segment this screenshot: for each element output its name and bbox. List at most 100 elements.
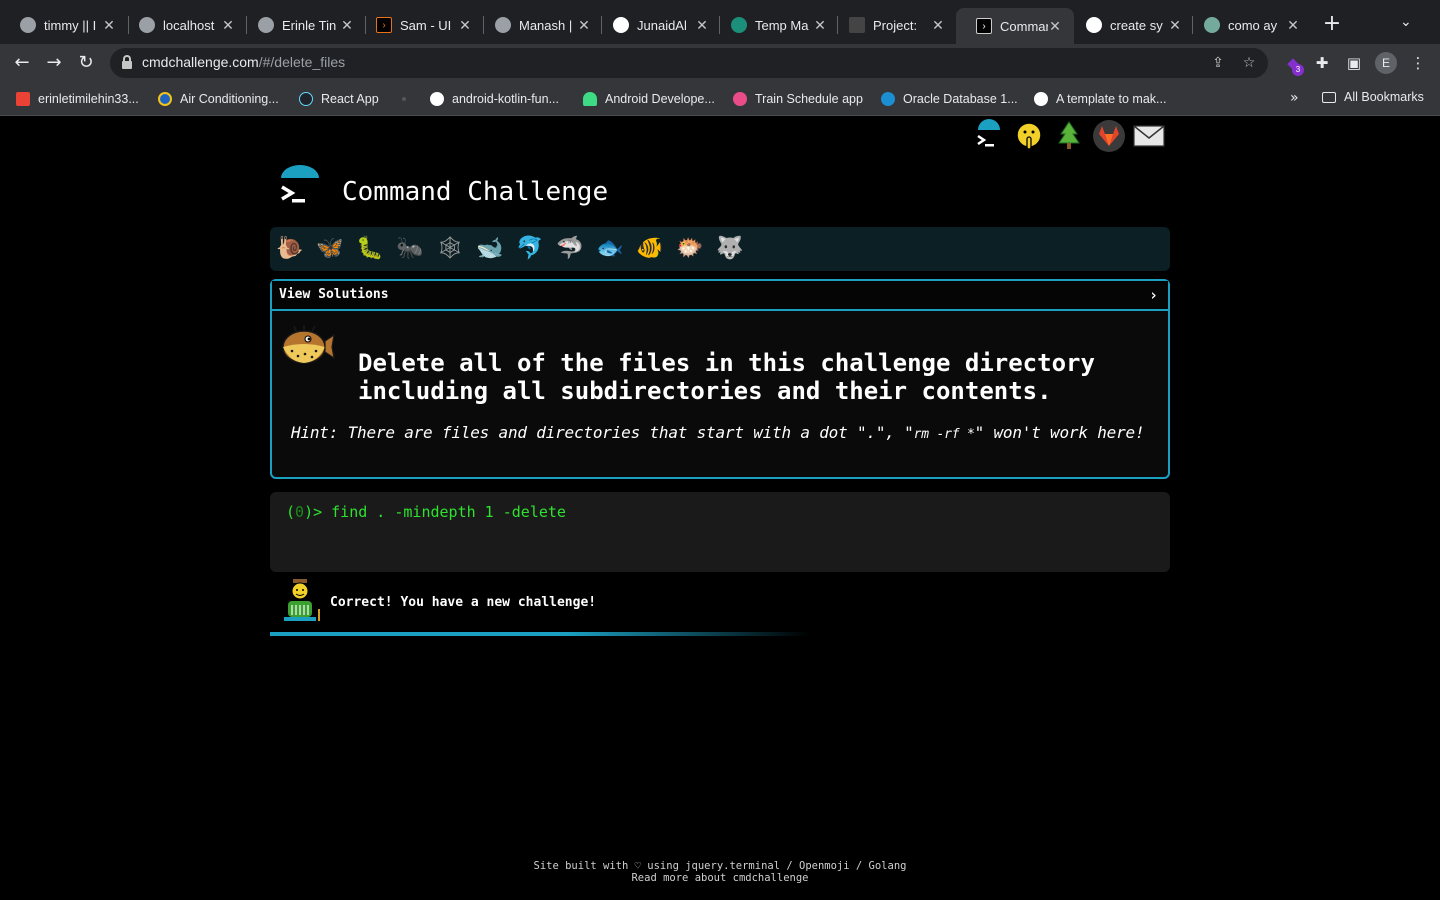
bookmark-item[interactable]: erinletimilehin33...: [16, 90, 139, 108]
bookmark-star-icon[interactable]: ☆: [1239, 53, 1259, 73]
lock-icon[interactable]: [122, 55, 132, 69]
close-icon[interactable]: ✕: [102, 17, 116, 34]
gmail-icon: [16, 92, 30, 106]
bookmark-label: Oracle Database 1...: [903, 92, 1018, 106]
result-message: Correct! You have a new challenge!: [282, 579, 982, 625]
close-icon[interactable]: ✕: [458, 17, 472, 34]
browser-tab-active[interactable]: › Comman ✕: [956, 8, 1074, 44]
browser-tab[interactable]: create sy ✕: [1066, 8, 1194, 42]
terminal-input[interactable]: (0)> find . -mindepth 1 -delete: [270, 492, 1170, 572]
bookmark-label: android-kotlin-fun...: [452, 92, 560, 106]
snail-icon[interactable]: 🐌: [275, 234, 305, 264]
bookmark-label: Android Develope...: [605, 92, 715, 106]
side-panel-icon[interactable]: ▣: [1343, 52, 1365, 74]
bookmark-item[interactable]: A template to mak...: [1034, 90, 1166, 108]
view-solutions-toggle[interactable]: View Solutions ›: [272, 281, 1168, 311]
close-icon[interactable]: ✕: [1048, 18, 1062, 35]
challenge-panel: View Solutions › Delete all of the files…: [270, 279, 1170, 479]
close-icon[interactable]: ✕: [1286, 17, 1300, 34]
kebab-menu-icon[interactable]: ⋮: [1407, 52, 1429, 74]
level-selector: 🐌 🦋 🐛 🐜 🕸 🐋 🐬 🦈 🐟 🐠 🐡 🐺: [270, 227, 1170, 271]
puzzle-extensions-icon[interactable]: ✚: [1311, 52, 1333, 74]
browser-tab[interactable]: timmy || I ✕: [0, 8, 128, 42]
browser-tab[interactable]: › Sam - UI ✕: [356, 8, 484, 42]
project-icon: [849, 17, 865, 33]
bookmark-item[interactable]: Train Schedule app: [733, 90, 863, 108]
bookmark-item[interactable]: React App: [299, 90, 379, 108]
browser-toolbar: ← → ↻ cmdchallenge.com/#/delete_files ⇪ …: [0, 44, 1440, 82]
address-bar[interactable]: cmdchallenge.com/#/delete_files ⇪ ☆: [110, 48, 1268, 78]
github-icon: [430, 92, 444, 106]
page-content: Command Challenge 🐌 🦋 🐛 🐜 🕸 🐋 🐬 🦈 🐟 🐠 🐡 …: [0, 117, 1440, 900]
close-icon[interactable]: ✕: [695, 17, 709, 34]
tab-title: localhost: [163, 17, 215, 33]
bookmark-item[interactable]: Air Conditioning...: [158, 90, 279, 108]
tempmail-icon: [731, 17, 747, 33]
spider-web-icon[interactable]: 🕸: [435, 234, 465, 264]
share-icon[interactable]: ⇪: [1208, 53, 1228, 73]
gitlab-icon[interactable]: [1092, 119, 1126, 153]
close-icon[interactable]: ✕: [1168, 17, 1182, 34]
close-icon[interactable]: ✕: [577, 17, 591, 34]
browser-tab[interactable]: JunaidAl ✕: [593, 8, 721, 42]
profile-avatar[interactable]: E: [1375, 52, 1397, 74]
whale-icon[interactable]: 🐋: [475, 234, 505, 264]
bookmark-item[interactable]: Android Develope...: [583, 90, 715, 108]
browser-tab[interactable]: como ay ✕: [1184, 8, 1312, 42]
browser-tab[interactable]: Erinle Tin ✕: [238, 8, 366, 42]
browser-tab[interactable]: Manash | ✕: [475, 8, 603, 42]
tab-title: Project:: [873, 17, 918, 33]
new-tab-button[interactable]: +: [1320, 12, 1344, 36]
ant-icon[interactable]: 🐜: [395, 234, 425, 264]
globe-icon: [258, 17, 274, 33]
bookmark-item[interactable]: android-kotlin-fun...: [430, 90, 559, 108]
url-text[interactable]: cmdchallenge.com/#/delete_files: [142, 54, 345, 70]
hint-suffix: " won't work here!: [974, 423, 1145, 442]
globe-icon: [495, 17, 511, 33]
tropical-fish-icon[interactable]: 🐠: [635, 234, 665, 264]
blowfish-icon[interactable]: 🐡: [675, 234, 705, 264]
tab-title: como ay: [1228, 17, 1278, 33]
view-solutions-label: View Solutions: [279, 287, 389, 302]
globe-icon: [20, 17, 36, 33]
github-icon: [613, 17, 629, 33]
fish-icon[interactable]: 🐟: [595, 234, 625, 264]
tab-title: JunaidAl: [637, 17, 687, 33]
shushing-face-icon[interactable]: [1012, 119, 1046, 153]
browser-tab[interactable]: localhost ✕: [119, 8, 247, 42]
close-icon[interactable]: ✕: [340, 17, 354, 34]
all-bookmarks-button[interactable]: All Bookmarks: [1322, 90, 1424, 104]
envelope-icon[interactable]: [1132, 119, 1166, 153]
tree-icon[interactable]: [1052, 119, 1086, 153]
bookmark-item[interactable]: Oracle Database 1...: [881, 90, 1018, 108]
browser-tab[interactable]: Temp Ma ✕: [711, 8, 839, 42]
tab-title: Temp Ma: [755, 17, 809, 33]
shark-icon[interactable]: 🦈: [555, 234, 585, 264]
celebrating-person-icon: [284, 579, 320, 621]
url-path: /#/delete_files: [258, 54, 346, 70]
back-arrow-icon[interactable]: ←: [10, 51, 34, 75]
bookmark-item[interactable]: [402, 90, 406, 108]
android-icon: [583, 92, 597, 106]
site-logo-icon[interactable]: [278, 165, 322, 211]
caterpillar-icon[interactable]: 🐛: [355, 234, 385, 264]
bookmark-label: React App: [321, 92, 379, 106]
prompt-close: )>: [304, 503, 332, 521]
bookmarks-overflow-button[interactable]: »: [1290, 90, 1299, 106]
google-icon: [1086, 17, 1102, 33]
bookmark-label: erinletimilehin33...: [38, 92, 139, 106]
reload-icon[interactable]: ↻: [74, 51, 98, 75]
wolf-icon[interactable]: 🐺: [715, 234, 745, 264]
terminal-command[interactable]: find . -mindepth 1 -delete: [331, 503, 566, 521]
close-icon[interactable]: ✕: [221, 17, 235, 34]
butterfly-icon[interactable]: 🦋: [315, 234, 345, 264]
close-icon[interactable]: ✕: [931, 17, 945, 34]
forward-arrow-icon[interactable]: →: [42, 51, 66, 75]
terminal-logo-icon[interactable]: [972, 119, 1006, 153]
tab-search-chevron-icon[interactable]: ⌄: [1400, 14, 1412, 30]
dolphin-icon[interactable]: 🐬: [515, 234, 545, 264]
close-icon[interactable]: ✕: [813, 17, 827, 34]
browser-tab[interactable]: Project: ✕: [829, 8, 957, 42]
dot-icon: [402, 97, 406, 101]
footer-about-link[interactable]: Read more about cmdchallenge: [0, 872, 1440, 884]
